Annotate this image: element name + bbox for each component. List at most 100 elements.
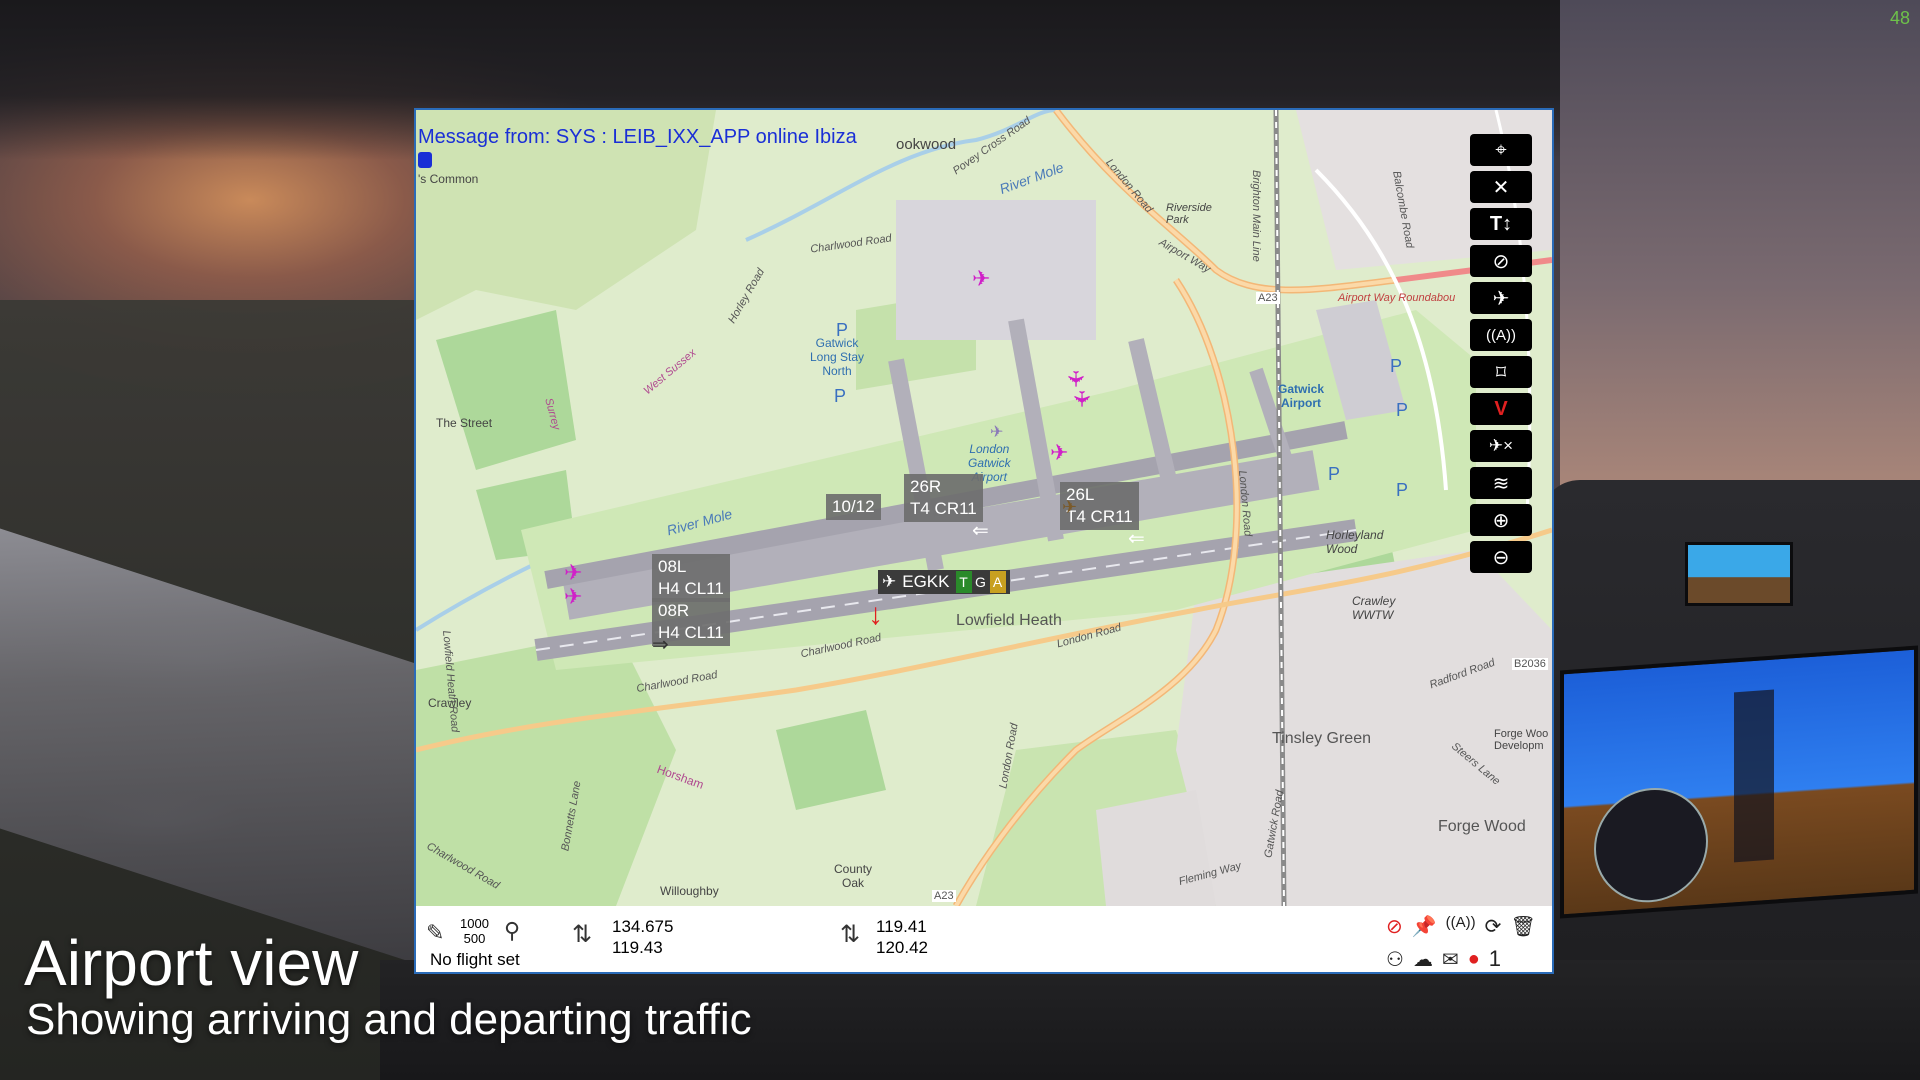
airport-map-window: 's Common ookwood Gatwick Long Stay Nort…: [414, 108, 1554, 974]
flight-plan-status: No flight set: [430, 950, 520, 969]
com2-standby: 120.42: [876, 938, 928, 957]
airport-icon: ✈: [882, 572, 897, 591]
map-tiles: [416, 110, 1552, 906]
map-label-willoughby: Willoughby: [660, 884, 719, 898]
traffic-aircraft-icon[interactable]: ✈: [1050, 442, 1068, 464]
parking-icon: P: [836, 320, 849, 340]
parking-icon: P: [1396, 480, 1409, 500]
center-icon[interactable]: ⌖: [1470, 134, 1532, 166]
altitude-tape: [1734, 689, 1774, 863]
com2-frequencies[interactable]: 119.41 120.42: [876, 916, 928, 958]
ground-aircraft-icon[interactable]: ✈: [1062, 496, 1077, 518]
road-label-a23-south: A23: [932, 890, 956, 902]
notification-count: 1: [1488, 946, 1502, 971]
map-label-tinsley-green: Tinsley Green: [1272, 730, 1371, 747]
waypoint-icon[interactable]: ⌑: [1470, 356, 1532, 388]
zoom-out-icon[interactable]: ⊖: [1470, 541, 1532, 573]
user-aircraft-arrow-icon: ↓: [868, 598, 883, 631]
ruler-icon[interactable]: ✎: [426, 920, 444, 946]
tower-badge: T: [955, 571, 972, 593]
windshield-view: [1560, 0, 1920, 520]
traffic-aircraft-icon[interactable]: ✈: [1063, 370, 1088, 388]
com1-frequencies[interactable]: 134.675 119.43: [612, 916, 673, 958]
map-label-forge-wood-development: Forge Woo Developm: [1494, 728, 1549, 752]
departure-icon[interactable]: ✈: [1470, 282, 1532, 314]
airport-icao: EGKK: [902, 572, 950, 591]
vor-icon[interactable]: V: [1470, 393, 1532, 425]
traffic-aircraft-icon[interactable]: ✈: [564, 586, 582, 608]
status-icons-top: ⊘ 📌 ((A)) ⟳ 🗑: [1386, 914, 1536, 939]
compass-rose: [1594, 784, 1708, 907]
zoom-in-icon[interactable]: ⊕: [1470, 504, 1532, 536]
refresh-icon[interactable]: ⟳: [1485, 914, 1502, 939]
primary-flight-display: [1560, 645, 1918, 919]
parking-icon: P: [834, 386, 847, 406]
parking-icon: P: [1396, 400, 1409, 420]
road-label-airport-way-roundabout: Airport Way Roundabou: [1338, 292, 1456, 304]
weather-icon[interactable]: ☁: [1413, 947, 1433, 972]
runway-id: 10/12: [832, 497, 875, 516]
road-label-brighton-main-line: Brighton Main Line: [1250, 170, 1262, 262]
scale-bottom: 500: [463, 931, 486, 946]
traffic-aircraft-icon[interactable]: ✈: [972, 268, 990, 290]
text-size-icon[interactable]: T↕: [1470, 208, 1532, 240]
map-label-gatwick-long-stay: Gatwick Long Stay North: [810, 336, 865, 378]
search-icon[interactable]: ⚲: [504, 918, 520, 944]
scale-top: 1000: [460, 916, 489, 931]
users-icon[interactable]: ⚇: [1386, 947, 1404, 972]
runway-label-26r[interactable]: 26R T4 CR11: [904, 474, 983, 522]
map-label-horleyland-wood: Horleyland Wood: [1326, 528, 1384, 556]
approach-arrow-icon: ⇒: [652, 634, 669, 656]
network-globe-icon[interactable]: ●: [1468, 948, 1480, 971]
runway-label-10-12[interactable]: 10/12: [826, 494, 881, 520]
mail-icon[interactable]: ✉: [1442, 947, 1459, 972]
approach-badge: A: [989, 571, 1006, 593]
map-scale[interactable]: 1000 500: [460, 916, 489, 946]
map-label-forge-wood: Forge Wood: [1438, 818, 1526, 835]
com2-active: 119.41: [876, 917, 927, 936]
runway-id: 08R: [658, 601, 690, 620]
com1-standby: 119.43: [612, 938, 663, 957]
caption-title: Airport view: [24, 927, 359, 999]
map-label-riverside-park: Riverside Park: [1166, 202, 1212, 226]
runway-approach: T4 CR11: [910, 499, 977, 518]
approach-arrow-icon: ⇐: [972, 520, 989, 542]
approach-arrow-icon: ⇐: [1128, 528, 1145, 550]
airport-map[interactable]: 's Common ookwood Gatwick Long Stay Nort…: [416, 110, 1552, 906]
system-message: Message from: SYS : LEIB_IXX_APP online …: [418, 126, 857, 148]
map-label-lowfield-heath: Lowfield Heath: [956, 612, 1062, 629]
runway-id: 08L: [658, 557, 687, 576]
atc-icon[interactable]: ((A)): [1446, 914, 1476, 939]
runway-label-08l[interactable]: 08L H4 CL11: [652, 554, 730, 602]
traffic-off-icon[interactable]: ⊘: [1386, 914, 1403, 939]
traffic-aircraft-icon[interactable]: ✈: [564, 562, 582, 584]
map-label-the-street: The Street: [436, 416, 493, 430]
parking-icon: P: [1390, 356, 1403, 376]
layers-icon[interactable]: ≋: [1470, 467, 1532, 499]
ground-badge: G: [972, 571, 989, 593]
traffic-aircraft-icon[interactable]: ✈: [1069, 390, 1094, 408]
map-label-county-oak: County Oak: [834, 862, 873, 890]
runway-approach: H4 CL11: [658, 579, 724, 598]
map-toolbar: ⌖ ✕ T↕ ⊘ ✈ ((A)) ⌑ V ✈× ≋ ⊕ ⊖: [1470, 134, 1536, 573]
airport-marker-icon: ✈: [990, 424, 1004, 441]
road-label-b2036: B2036: [1512, 658, 1548, 670]
swap-com1-icon[interactable]: ⇅: [572, 920, 592, 949]
hide-traffic-icon[interactable]: ⊘: [1470, 245, 1532, 277]
airport-tag-egkk[interactable]: ✈ EGKK T G A: [878, 570, 1010, 594]
close-icon[interactable]: ✕: [1470, 171, 1532, 203]
map-label-brookwood: ookwood: [896, 136, 957, 153]
standby-attitude-indicator: [1685, 542, 1793, 606]
map-label-gatwick-airport: Gatwick Airport: [1278, 382, 1325, 410]
caption-subtitle: Showing arriving and departing traffic: [26, 995, 752, 1044]
remove-aircraft-icon[interactable]: ✈×: [1470, 430, 1532, 462]
message-icon[interactable]: [418, 152, 432, 168]
com1-active: 134.675: [612, 917, 674, 936]
road-label-a23-north: A23: [1256, 292, 1280, 304]
atc-tower-icon[interactable]: ((A)): [1470, 319, 1532, 351]
status-bar: ✎ 1000 500 ⚲ No flight set ⇅ 134.675 119…: [416, 906, 1552, 972]
map-label-commons: 's Common: [418, 172, 479, 186]
trash-icon[interactable]: 🗑: [1510, 914, 1535, 939]
swap-com2-icon[interactable]: ⇅: [840, 920, 860, 949]
pin-icon[interactable]: 📌: [1412, 914, 1437, 939]
